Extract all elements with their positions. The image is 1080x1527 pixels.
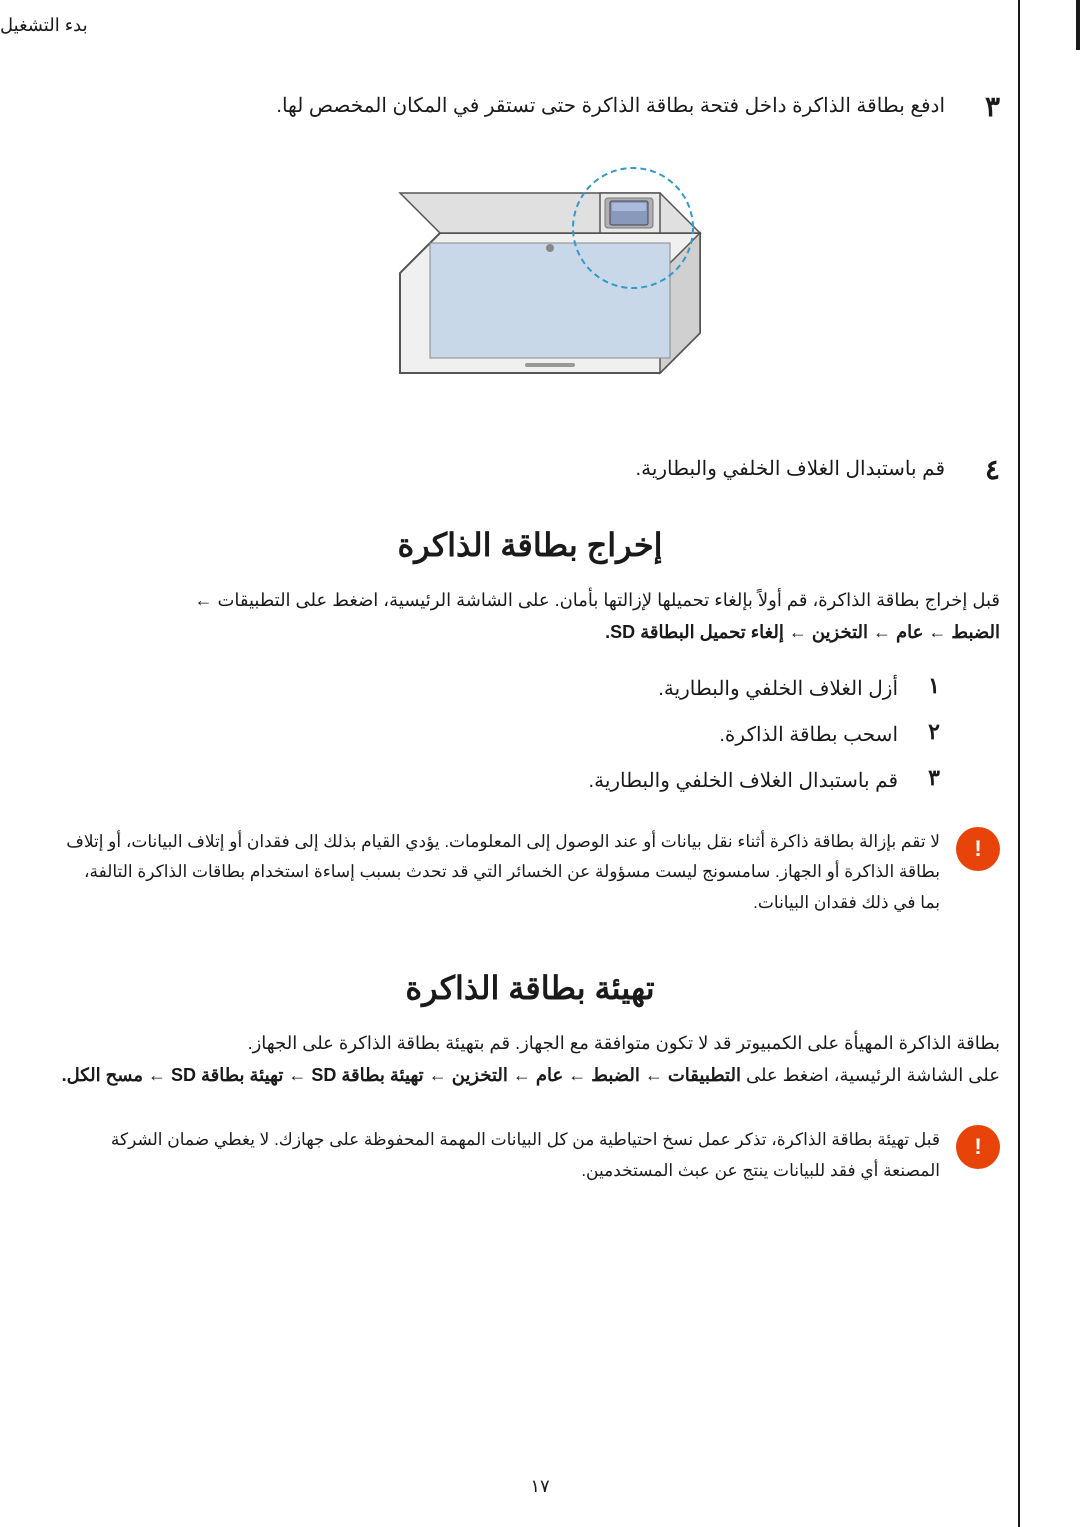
page-container: بدء التشغيل ٣ ادفع بطاقة الذاكرة داخل فت…	[0, 0, 1080, 1527]
remove-warning-icon: !	[956, 827, 1000, 871]
format-warning-icon: !	[956, 1125, 1000, 1169]
remove-step-1-num: ١	[910, 673, 940, 699]
page-number: ١٧	[530, 1476, 549, 1497]
section-format-intro: بطاقة الذاكرة المهيأة على الكمبيوتر قد ل…	[60, 1027, 1000, 1092]
remove-step-1: ١ أزل الغلاف الخلفي والبطارية.	[60, 673, 1000, 705]
remove-step-2-text: اسحب بطاقة الذاكرة.	[60, 719, 898, 751]
step-3-text: ادفع بطاقة الذاكرة داخل فتحة بطاقة الذاك…	[60, 90, 945, 122]
top-bar-title: بدء التشغيل	[0, 15, 88, 36]
step-4-number: ٤	[960, 453, 1000, 486]
section-format-intro-line2-start: على الشاشة الرئيسية، اضغط على	[746, 1065, 1000, 1085]
remove-step-1-text: أزل الغلاف الخلفي والبطارية.	[60, 673, 898, 705]
remove-step-2: ٢ اسحب بطاقة الذاكرة.	[60, 719, 1000, 751]
device-illustration	[60, 153, 1000, 413]
step-4-replace: ٤ قم باستبدال الغلاف الخلفي والبطارية.	[60, 453, 1000, 486]
remove-step-3-num: ٣	[910, 765, 940, 791]
format-warning-box: ! قبل تهيئة بطاقة الذاكرة، تذكر عمل نسخ …	[60, 1115, 1000, 1196]
step-3-number: ٣	[960, 90, 1000, 123]
section-remove-intro: قبل إخراج بطاقة الذاكرة، قم أولاً بإلغاء…	[60, 584, 1000, 649]
section-format-intro-line1: بطاقة الذاكرة المهيأة على الكمبيوتر قد ل…	[248, 1033, 1000, 1053]
remove-warning-box: ! لا تقم بإزالة بطاقة ذاكرة أثناء نقل بي…	[60, 817, 1000, 929]
remove-warning-text: لا تقم بإزالة بطاقة ذاكرة أثناء نقل بيان…	[60, 827, 940, 919]
format-warning-text: قبل تهيئة بطاقة الذاكرة، تذكر عمل نسخ اح…	[60, 1125, 940, 1186]
remove-step-3-text: قم باستبدال الغلاف الخلفي والبطارية.	[60, 765, 898, 797]
section-remove-intro-line1: قبل إخراج بطاقة الذاكرة، قم أولاً بإلغاء…	[194, 590, 1000, 610]
remove-step-3: ٣ قم باستبدال الغلاف الخلفي والبطارية.	[60, 765, 1000, 797]
section-remove-heading: إخراج بطاقة الذاكرة	[60, 526, 1000, 564]
step-4-text: قم باستبدال الغلاف الخلفي والبطارية.	[60, 453, 945, 485]
device-svg	[320, 153, 740, 413]
remove-step-2-num: ٢	[910, 719, 940, 745]
step-3-insert: ٣ ادفع بطاقة الذاكرة داخل فتحة بطاقة الذ…	[60, 90, 1000, 123]
section-remove-intro-bold: الضبط ← عام ← التخزين ← إلغاء تحميل البط…	[605, 622, 1000, 642]
section-format-intro-bold: التطبيقات ← الضبط ← عام ← التخزين ← تهيئ…	[62, 1065, 741, 1085]
main-content: ٣ ادفع بطاقة الذاكرة داخل فتحة بطاقة الذ…	[60, 90, 1000, 1197]
top-bar: بدء التشغيل	[0, 0, 1080, 50]
section-format-heading: تهيئة بطاقة الذاكرة	[60, 969, 1000, 1007]
page-divider	[1018, 0, 1020, 1527]
